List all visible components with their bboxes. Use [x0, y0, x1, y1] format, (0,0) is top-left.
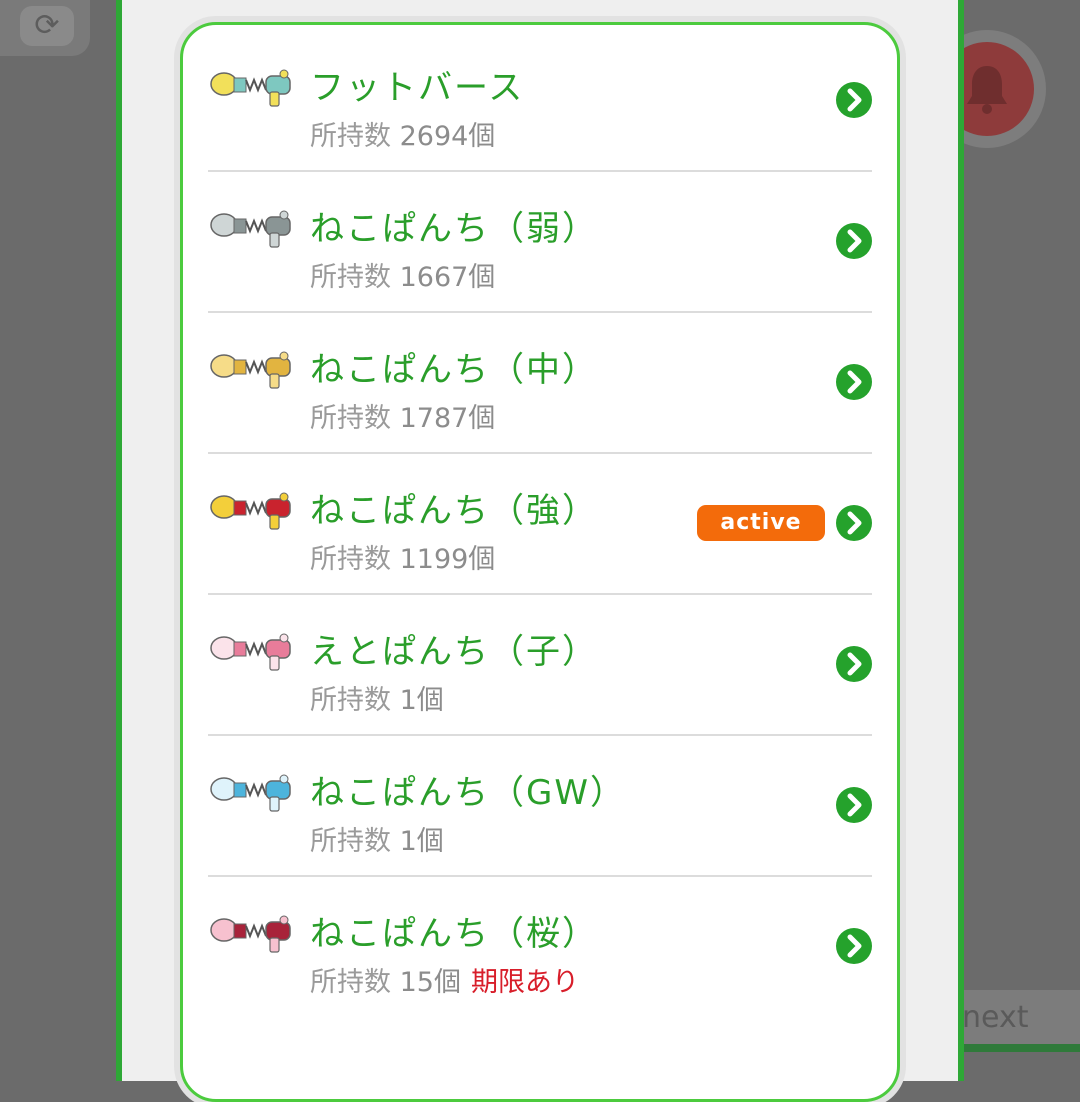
item-name: ねこぱんち（強）: [310, 491, 598, 531]
cat-punch-gray-icon: [210, 210, 291, 248]
list-item[interactable]: ねこぱんち（GW） 所持数 1個: [208, 735, 872, 877]
item-name: えとぱんち（子）: [310, 632, 598, 672]
count-value: 1787個: [399, 403, 496, 434]
chevron-right-icon[interactable]: [836, 928, 872, 964]
count-label: 所持数: [310, 262, 391, 293]
cat-punch-red-icon: [210, 492, 291, 530]
item-count: 所持数 1787個: [310, 396, 495, 435]
gauntlet-yellow-icon: [210, 69, 291, 107]
cat-punch-gold-icon: [210, 351, 291, 389]
item-count: 所持数 15個 期限あり: [310, 960, 579, 999]
count-value: 1199個: [399, 544, 496, 575]
list-item[interactable]: ねこぱんち（弱） 所持数 1667個: [208, 171, 872, 313]
chevron-right-icon[interactable]: [836, 223, 872, 259]
item-name: ねこぱんち（弱）: [310, 209, 598, 249]
item-count: 所持数 2694個: [310, 114, 495, 153]
item-name: ねこぱんち（桜）: [310, 914, 598, 954]
count-label: 所持数: [310, 967, 391, 998]
chevron-right-icon[interactable]: [836, 787, 872, 823]
list-item[interactable]: えとぱんち（子） 所持数 1個: [208, 594, 872, 736]
count-label: 所持数: [310, 826, 391, 857]
cat-punch-blue-icon: [210, 774, 291, 812]
list-item[interactable]: ねこぱんち（中） 所持数 1787個: [208, 312, 872, 454]
next-button[interactable]: next: [958, 990, 1080, 1052]
chevron-right-icon[interactable]: [836, 646, 872, 682]
count-label: 所持数: [310, 403, 391, 434]
count-label: 所持数: [310, 544, 391, 575]
item-count: 所持数 1個: [310, 819, 444, 858]
chevron-right-icon[interactable]: [836, 505, 872, 541]
item-count: 所持数 1個: [310, 678, 444, 717]
item-count: 所持数 1199個: [310, 537, 495, 576]
expiry-note: 期限あり: [470, 967, 579, 998]
bell-icon: [967, 66, 1007, 114]
item-name: フットバース: [310, 68, 525, 108]
count-value: 1667個: [399, 262, 496, 293]
count-value: 1個: [399, 826, 444, 857]
item-name: ねこぱんち（中）: [310, 350, 598, 390]
chevron-right-icon[interactable]: [836, 82, 872, 118]
active-badge: active: [697, 505, 825, 541]
chevron-right-icon[interactable]: [836, 364, 872, 400]
count-value: 2694個: [399, 121, 496, 152]
next-label: next: [962, 1000, 1029, 1035]
count-label: 所持数: [310, 121, 391, 152]
refresh-icon: ⟳: [20, 6, 74, 46]
list-item[interactable]: ねこぱんち（強） 所持数 1199個 active: [208, 453, 872, 595]
mouse-punch-pink-icon: [210, 633, 291, 671]
refresh-button[interactable]: ⟳: [0, 0, 90, 56]
count-label: 所持数: [310, 685, 391, 716]
cat-punch-sakura-icon: [210, 915, 291, 953]
item-name: ねこぱんち（GW）: [310, 773, 626, 813]
list-item[interactable]: ねこぱんち（桜） 所持数 15個 期限あり: [208, 876, 872, 1016]
list-item[interactable]: フットバース 所持数 2694個: [208, 30, 872, 172]
count-value: 15個: [399, 967, 461, 998]
count-value: 1個: [399, 685, 444, 716]
item-count: 所持数 1667個: [310, 255, 495, 294]
